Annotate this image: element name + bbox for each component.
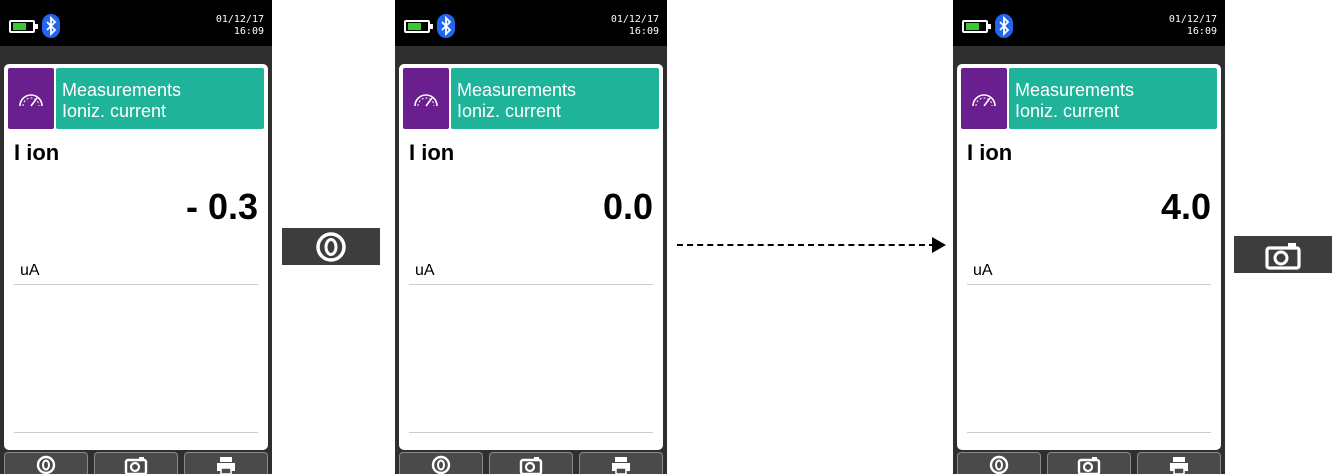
date-text: 01/12/17 xyxy=(610,14,659,25)
datetime: 01/12/17 16:09 xyxy=(1169,14,1217,38)
camera-key-badge xyxy=(1234,236,1332,273)
measurement-value: 0.0 xyxy=(602,186,653,227)
status-bar: 01/12/17 16:09 xyxy=(953,0,1225,46)
parameter-name: I ion xyxy=(967,140,1013,165)
unit-label: uA xyxy=(415,262,435,279)
zero-icon xyxy=(431,455,451,474)
zero-icon xyxy=(36,455,56,474)
battery-icon xyxy=(404,20,433,33)
measurement-value: 4.0 xyxy=(1160,186,1211,227)
zero-key-badge xyxy=(282,228,380,265)
divider xyxy=(409,432,653,433)
menu-header: Measurements Ioniz. current xyxy=(1009,68,1217,129)
datetime: 01/12/17 16:09 xyxy=(611,14,659,38)
battery-icon xyxy=(962,20,991,33)
camera-key-icon xyxy=(1265,242,1301,270)
date-text: 01/12/17 xyxy=(215,14,264,25)
status-bar: 01/12/17 16:09 xyxy=(0,0,272,46)
device-screen-1: 01/12/17 16:09 Measurements Ioniz. curre… xyxy=(0,0,272,474)
status-bar: 01/12/17 16:09 xyxy=(395,0,667,46)
menu-header: Measurements Ioniz. current xyxy=(56,68,264,129)
datetime: 01/12/17 16:09 xyxy=(216,14,264,38)
camera-icon xyxy=(519,457,543,474)
softkey-bar xyxy=(953,450,1225,474)
unit-label: uA xyxy=(973,262,993,279)
measurement-panel: Measurements Ioniz. current I ion - 0.3 … xyxy=(4,64,268,450)
camera-softkey[interactable] xyxy=(1047,452,1131,474)
gauge-icon xyxy=(961,68,1007,129)
bluetooth-icon xyxy=(42,14,60,38)
menu-subtitle: Ioniz. current xyxy=(1015,101,1120,121)
camera-icon xyxy=(1077,457,1101,474)
printer-icon xyxy=(217,457,235,474)
gauge-icon xyxy=(403,68,449,129)
menu-title: Measurements xyxy=(1015,80,1135,100)
unit-label: uA xyxy=(20,262,40,279)
printer-icon xyxy=(612,457,630,474)
zero-icon xyxy=(989,455,1009,474)
print-softkey[interactable] xyxy=(1137,452,1221,474)
measurement-value: - 0.3 xyxy=(185,186,258,227)
printer-icon xyxy=(1170,457,1188,474)
device-screen-3: 01/12/17 16:09 Measurements Ioniz. curre… xyxy=(953,0,1225,474)
camera-icon xyxy=(124,457,148,474)
zero-softkey[interactable] xyxy=(4,452,88,474)
parameter-name: I ion xyxy=(409,140,455,165)
battery-icon xyxy=(9,20,38,33)
divider xyxy=(14,284,258,285)
softkey-bar xyxy=(395,450,667,474)
time-text: 16:09 xyxy=(628,26,659,37)
transition-arrow-line xyxy=(677,244,935,246)
print-softkey[interactable] xyxy=(579,452,663,474)
menu-header: Measurements Ioniz. current xyxy=(451,68,659,129)
time-text: 16:09 xyxy=(1186,26,1217,37)
divider xyxy=(409,284,653,285)
softkey-bar xyxy=(0,450,272,474)
date-text: 01/12/17 xyxy=(1168,14,1217,25)
menu-title: Measurements xyxy=(457,80,577,100)
menu-subtitle: Ioniz. current xyxy=(457,101,562,121)
divider xyxy=(967,284,1211,285)
divider xyxy=(967,432,1211,433)
bluetooth-icon xyxy=(995,14,1013,38)
device-screen-2: 01/12/17 16:09 Measurements Ioniz. curre… xyxy=(395,0,667,474)
measurement-panel: Measurements Ioniz. current I ion 0.0 uA xyxy=(399,64,663,450)
time-text: 16:09 xyxy=(233,26,264,37)
measurement-panel: Measurements Ioniz. current I ion 4.0 uA xyxy=(957,64,1221,450)
parameter-name: I ion xyxy=(14,140,60,165)
menu-subtitle: Ioniz. current xyxy=(62,101,167,121)
zero-softkey[interactable] xyxy=(957,452,1041,474)
divider xyxy=(14,432,258,433)
camera-softkey[interactable] xyxy=(489,452,573,474)
print-softkey[interactable] xyxy=(184,452,268,474)
camera-softkey[interactable] xyxy=(94,452,178,474)
gauge-icon xyxy=(8,68,54,129)
zero-softkey[interactable] xyxy=(399,452,483,474)
arrow-head-icon xyxy=(932,237,946,253)
zero-key-icon xyxy=(316,231,346,262)
bluetooth-icon xyxy=(437,14,455,38)
menu-title: Measurements xyxy=(62,80,182,100)
